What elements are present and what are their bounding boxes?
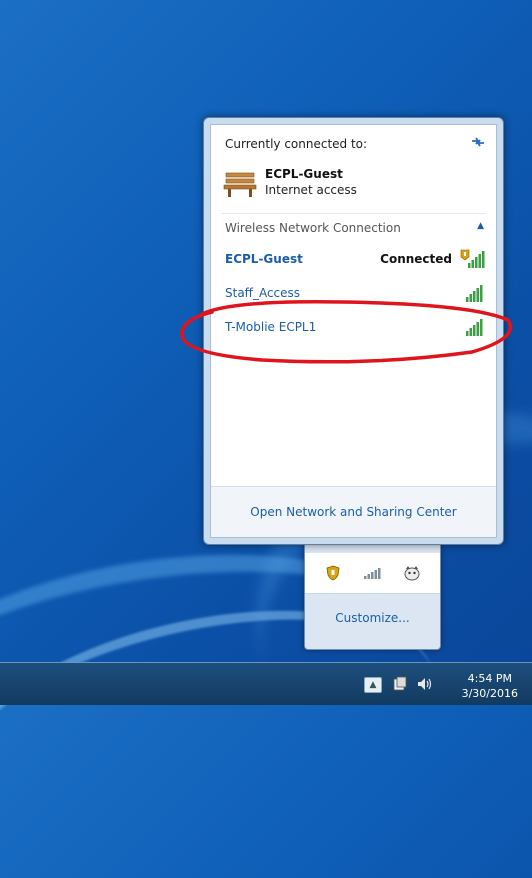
open-network-sharing-center-link[interactable]: Open Network and Sharing Center [250, 505, 456, 519]
flyout-footer: Open Network and Sharing Center [211, 486, 496, 537]
current-connection: ECPL-Guest Internet access [223, 167, 357, 197]
network-name: Staff_Access [225, 286, 301, 300]
public-network-bench-icon [223, 172, 257, 197]
taskbar: ▲ 4:54 PM 3/30/2016 [0, 662, 532, 705]
network-flyout: Currently connected to: ECPL-Guest Inter… [203, 117, 504, 545]
network-item-t-moblie-ecpl1[interactable]: T-Moblie ECPL1 [225, 317, 486, 337]
network-status: Connected [380, 252, 452, 266]
flyout-body: Currently connected to: ECPL-Guest Inter… [210, 124, 497, 538]
security-shield-icon[interactable] [325, 565, 341, 581]
customize-link[interactable]: Customize... [305, 611, 440, 625]
clock[interactable]: 4:54 PM 3/30/2016 [462, 671, 518, 701]
divider [221, 213, 486, 214]
tray-overflow-icons [305, 553, 440, 594]
current-network-status: Internet access [265, 183, 357, 197]
collapse-chevron-icon[interactable]: ▲ [477, 221, 484, 231]
refresh-icon[interactable] [470, 135, 486, 149]
clock-date: 3/30/2016 [461, 687, 518, 700]
network-name: ECPL-Guest [225, 252, 303, 266]
network-signal-icon[interactable] [363, 566, 381, 580]
signal-strength-icon [466, 319, 483, 336]
volume-icon[interactable] [416, 676, 432, 692]
show-hidden-icons-button[interactable]: ▲ [364, 677, 382, 693]
current-network-name: ECPL-Guest [265, 167, 343, 181]
network-item-ecpl-guest[interactable]: ECPL-Guest Connected [225, 249, 486, 269]
flyout-header: Currently connected to: [225, 137, 368, 151]
app-tray-icon[interactable] [403, 565, 421, 581]
network-item-staff-access[interactable]: Staff_Access [225, 283, 486, 303]
signal-strength-icon [466, 285, 483, 302]
section-title: Wireless Network Connection [225, 221, 401, 235]
action-center-flag-icon[interactable] [392, 676, 408, 692]
signal-strength-warning-icon [460, 249, 485, 268]
tray-overflow-popup: Customize... [304, 540, 441, 650]
network-name: T-Moblie ECPL1 [225, 320, 317, 334]
clock-time: 4:54 PM [467, 672, 512, 685]
